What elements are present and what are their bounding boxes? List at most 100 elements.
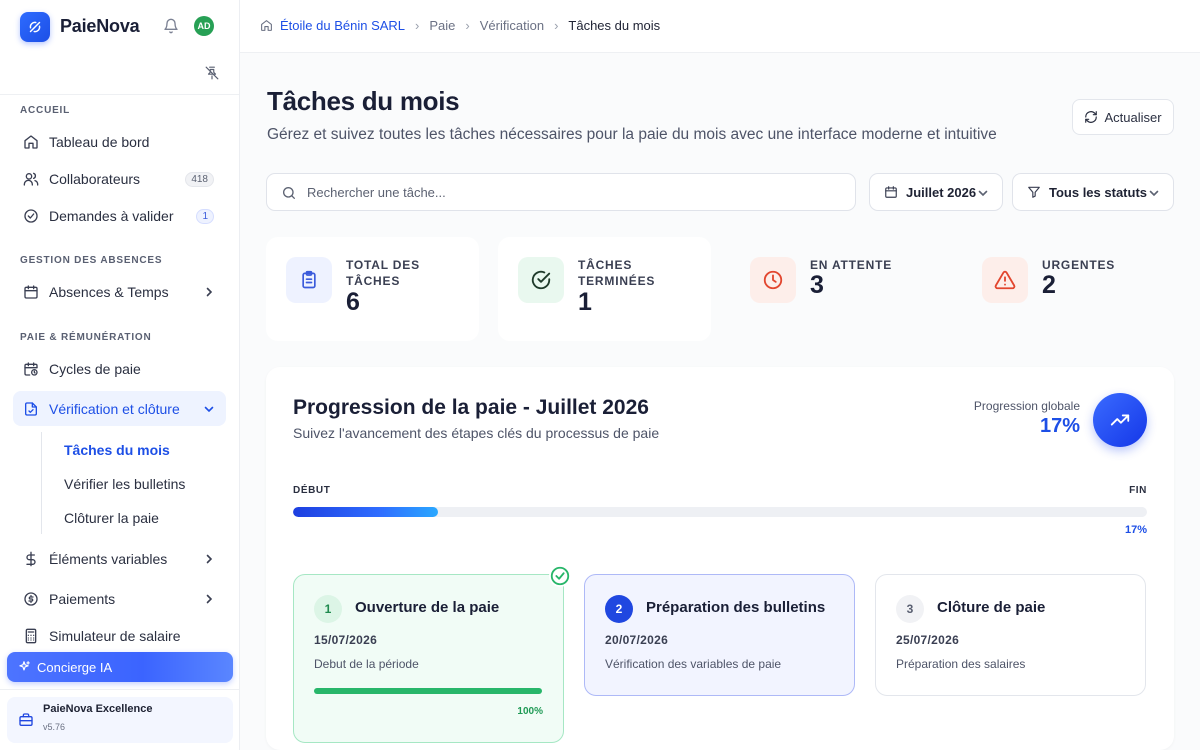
calendar-icon [885, 186, 897, 198]
sidebar-item-absences[interactable]: Absences & Temps [13, 275, 226, 309]
month-select-value: Juillet 2026 [906, 184, 977, 200]
chevron-right-icon: › [415, 18, 420, 33]
step-progress-bar [314, 688, 542, 694]
bell-icon[interactable] [163, 18, 179, 34]
briefcase-icon [19, 713, 33, 726]
clipboard-icon [286, 257, 332, 303]
calendar-icon [24, 285, 38, 299]
chevron-down-icon [978, 190, 988, 197]
sidebar: PaieNova AD ACCUEIL Tableau de bord Coll… [0, 0, 240, 750]
page-subtitle: Gérez et suivez toutes les tâches nécess… [267, 126, 997, 143]
step-description: Debut de la période [314, 657, 419, 671]
sidebar-item-label: Éléments variables [49, 551, 168, 567]
calendar-clock-icon [24, 362, 38, 376]
sidebar-divider [0, 689, 239, 690]
paienova-logo-icon [20, 11, 50, 42]
brand[interactable]: PaieNova [20, 11, 140, 42]
refresh-label: Actualiser [1104, 109, 1162, 125]
chevron-down-icon [204, 406, 214, 412]
step-date: 15/07/2026 [314, 633, 378, 647]
alert-triangle-icon [982, 257, 1028, 303]
step-number: 1 [314, 595, 342, 623]
search-input[interactable] [307, 174, 847, 210]
breadcrumb-verification[interactable]: Vérification [480, 18, 544, 33]
plan-card[interactable]: PaieNova Excellence v5.76 [7, 697, 233, 743]
stat-card-done: Tâches terminées 1 [498, 237, 711, 341]
stat-card-pending: En attente 3 [730, 237, 943, 341]
step-percent: 100% [517, 706, 543, 717]
pin-off-icon[interactable] [205, 66, 219, 80]
sidebar-item-elements[interactable]: Éléments variables [13, 542, 226, 576]
step-card-ouverture[interactable]: 1 Ouverture de la paie 15/07/2026 Debut … [293, 565, 571, 743]
plan-name: PaieNova Excellence [43, 703, 153, 715]
search-icon [283, 187, 295, 199]
sidebar-item-label: Absences & Temps [49, 284, 169, 300]
section-label-accueil: ACCUEIL [20, 105, 71, 116]
sidebar-item-label: Vérification et clôture [49, 400, 180, 417]
sidebar-item-label: Demandes à valider [49, 208, 174, 224]
section-label-absences: GESTION DES ABSENCES [20, 255, 163, 266]
breadcrumb: Étoile du Bénin SARL › Paie › Vérificati… [260, 18, 660, 33]
refresh-button[interactable]: Actualiser [1072, 99, 1174, 135]
stat-label: En attente [810, 258, 892, 272]
sidebar-subitem-taches[interactable]: Tâches du mois [64, 442, 170, 458]
sidebar-subitem-cloturer[interactable]: Clôturer la paie [64, 510, 159, 526]
sidebar-item-simulateur[interactable]: Simulateur de salaire [13, 619, 226, 653]
step-number: 2 [605, 595, 633, 623]
progress-subtitle: Suivez l'avancement des étapes clés du p… [293, 425, 660, 441]
sidebar-item-verification[interactable]: Vérification et clôture [13, 391, 226, 426]
sidebar-divider [0, 94, 239, 95]
step-date: 25/07/2026 [896, 633, 960, 647]
step-description: Préparation des salaires [896, 657, 1026, 671]
chevron-right-icon [206, 594, 213, 604]
count-badge: 1 [196, 208, 214, 224]
stat-value: 2 [1042, 271, 1056, 299]
step-title: Clôture de paie [937, 599, 1046, 616]
chevron-right-icon: › [465, 18, 470, 33]
sidebar-item-label: Collaborateurs [49, 171, 141, 187]
progress-percent: 17% [1124, 524, 1147, 536]
sparkles-icon [19, 661, 30, 671]
breadcrumb-company[interactable]: Étoile du Bénin SARL [280, 18, 405, 33]
dollar-icon [26, 551, 36, 567]
sidebar-item-paiements[interactable]: Paiements [13, 582, 226, 616]
concierge-label: Concierge IA [37, 659, 113, 675]
step-title: Ouverture de la paie [355, 599, 500, 616]
stat-value: 1 [578, 288, 592, 316]
progress-title: Progression de la paie - Juillet 2026 [293, 396, 649, 419]
sidebar-item-collaborateurs[interactable]: Collaborateurs 418 [13, 162, 226, 196]
step-card-cloture[interactable]: 3 Clôture de paie 25/07/2026 Préparation… [875, 574, 1146, 696]
sidebar-item-label: Tableau de bord [49, 134, 150, 150]
file-check-icon [25, 401, 37, 416]
month-select[interactable]: Juillet 2026 [869, 173, 1003, 211]
sidebar-item-label: Simulateur de salaire [49, 628, 181, 644]
check-circle-icon [549, 565, 571, 587]
chevron-right-icon [206, 287, 213, 297]
app-version: v5.76 [43, 722, 66, 732]
sidebar-item-dashboard[interactable]: Tableau de bord [13, 125, 226, 159]
progress-bar [293, 507, 1147, 517]
topbar: Étoile du Bénin SARL › Paie › Vérificati… [240, 0, 1200, 53]
home-icon[interactable] [260, 19, 273, 32]
step-title: Préparation des bulletins [646, 599, 826, 616]
check-circle-icon [24, 209, 38, 223]
stat-card-total: Total des tâches 6 [266, 237, 479, 341]
avatar[interactable]: AD [194, 16, 214, 36]
step-date: 20/07/2026 [605, 633, 669, 647]
submenu-guide-line [41, 432, 42, 534]
stat-label: Urgentes [1042, 258, 1116, 272]
step-card-preparation[interactable]: 2 Préparation des bulletins 20/07/2026 V… [584, 574, 855, 696]
section-label-paie: PAIE & RÉMUNÉRATION [20, 332, 152, 343]
status-select[interactable]: Tous les statuts [1012, 173, 1174, 211]
calculator-icon [25, 628, 37, 644]
progress-start-label: DÉBUT [293, 485, 331, 496]
app-name: PaieNova [60, 16, 140, 36]
breadcrumb-paie[interactable]: Paie [429, 18, 455, 33]
concierge-ia-button[interactable]: Concierge IA [7, 652, 233, 682]
sidebar-subitem-bulletins[interactable]: Vérifier les bulletins [64, 476, 185, 492]
chevron-right-icon: › [554, 18, 559, 33]
chevron-down-icon [1149, 190, 1159, 197]
sidebar-item-demandes[interactable]: Demandes à valider 1 [13, 199, 226, 233]
stat-card-urgent: Urgentes 2 [962, 237, 1175, 341]
sidebar-item-cycles[interactable]: Cycles de paie [13, 352, 226, 386]
